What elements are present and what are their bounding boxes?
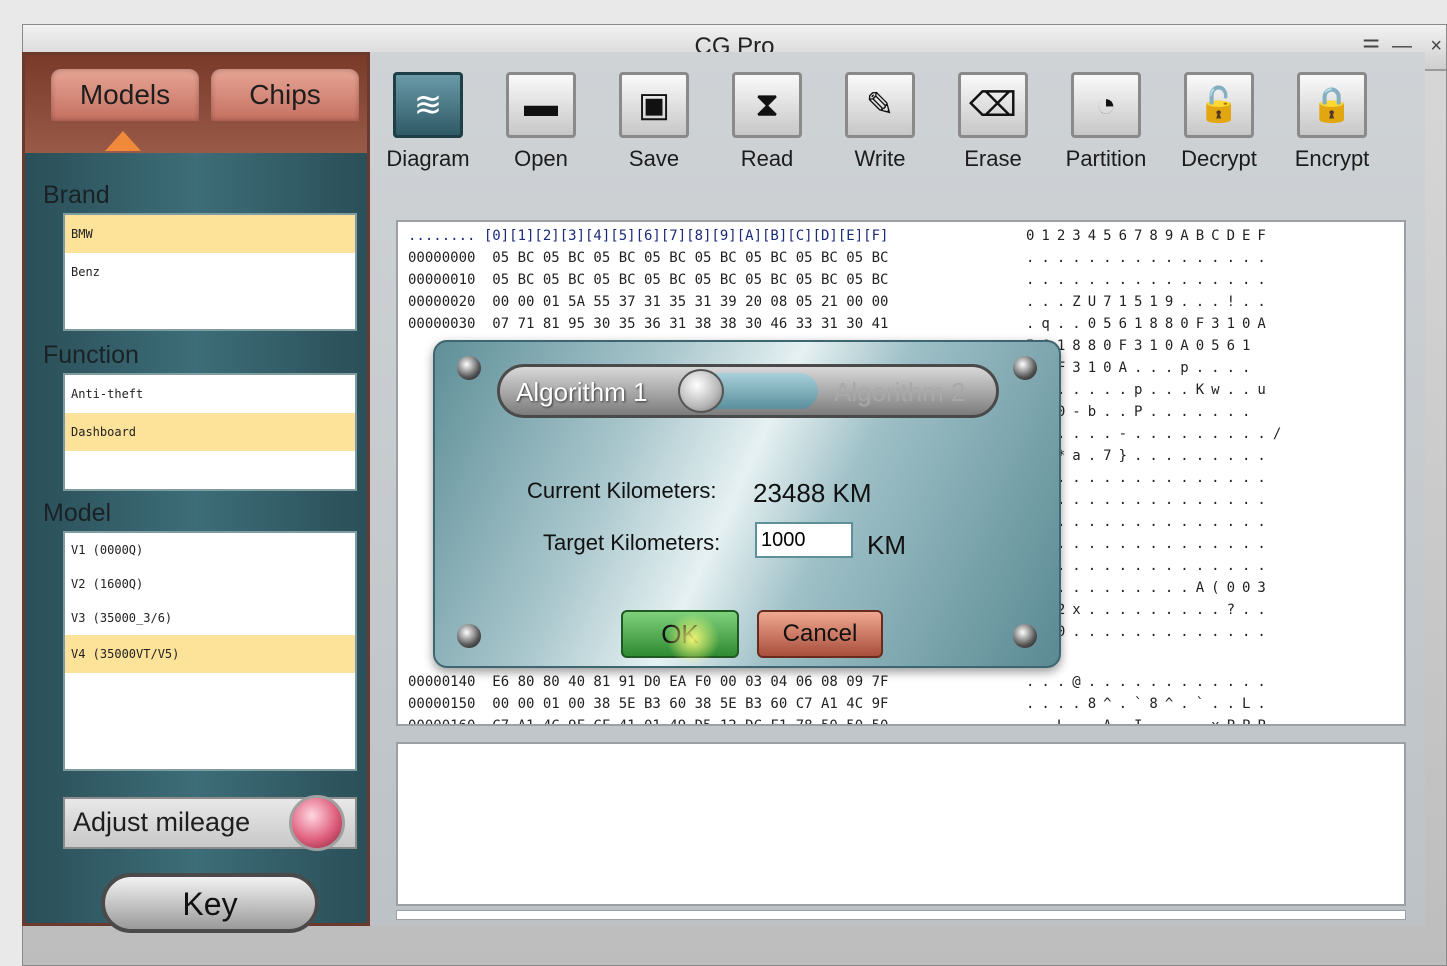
screw-icon (457, 356, 481, 380)
adjust-mileage-label: Adjust mileage (73, 807, 251, 837)
hex-row: 00000020 00 00 01 5A 55 37 31 35 31 39 2… (408, 294, 889, 310)
adjust-mileage-button[interactable]: Adjust mileage (63, 795, 357, 851)
ascii-row: ....8^.`8^.`..L. (1026, 696, 1273, 712)
edit-icon: ✎ (845, 72, 915, 138)
ascii-row: ................ (1026, 272, 1273, 288)
ascii-row: ................ (1026, 250, 1273, 266)
toolbar-encrypt-button[interactable]: 🔒 Encrypt (1282, 72, 1382, 172)
toolbar-label: Diagram (386, 146, 470, 171)
hex-header: ........ [0][1][2][3][4][5][6][7][8][9][… (408, 228, 889, 244)
hex-row: 00000150 00 00 01 00 38 5E B3 60 38 5E B… (408, 696, 889, 712)
ascii-row: ...@............ (1026, 674, 1273, 690)
target-km-unit: KM (867, 530, 906, 560)
brand-item-bmw[interactable]: BMW (65, 215, 355, 253)
tab-chips[interactable]: Chips (211, 69, 359, 121)
model-item[interactable]: V2 (1600Q) (65, 567, 355, 601)
erase-icon: ⌫ (958, 72, 1028, 138)
toolbar-write-button[interactable]: ✎ Write (830, 72, 930, 172)
hex-row: 00000160 C7 A1 4C 9F CF 41 01 49 D5 12 D… (408, 718, 889, 726)
model-item[interactable]: V4 (35000VT/V5) (65, 635, 355, 673)
unlock-icon: 🔓 (1184, 72, 1254, 138)
ascii-row: p......p...Kw..u (1026, 382, 1273, 398)
mileage-dialog: Algorithm 1 Algorithm 2 Current Kilomete… (433, 340, 1061, 668)
toolbar-read-button[interactable]: ⧗ Read (717, 72, 817, 172)
status-bar (396, 910, 1406, 920)
diagram-icon: ≋ (393, 72, 463, 138)
target-km-input[interactable] (755, 522, 853, 558)
close-icon[interactable]: × (1430, 35, 1442, 58)
algorithm-toggle[interactable]: Algorithm 1 Algorithm 2 (497, 364, 999, 418)
lock-icon: 🔒 (1297, 72, 1367, 138)
toggle-knob[interactable] (678, 369, 724, 413)
function-label: Function (43, 341, 139, 369)
toolbar-label: Write (854, 146, 906, 171)
function-list: Anti-theft Dashboard (63, 373, 357, 491)
toolbar-save-button[interactable]: ▣ Save (604, 72, 704, 172)
ascii-row: ................ (1026, 514, 1273, 530)
brand-list: BMW Benz (63, 213, 357, 331)
screw-icon (1013, 356, 1037, 380)
toolbar-diagram-button[interactable]: ≋ Diagram (378, 72, 478, 172)
toolbar-label: Erase (964, 146, 1022, 171)
ascii-row: ..2x.........?.. (1026, 602, 1273, 618)
ascii-row: ..0............. (1026, 624, 1273, 640)
ascii-row: ...........A(003 (1026, 580, 1273, 596)
left-tabs: Models Chips (25, 55, 367, 153)
function-item-anti-theft[interactable]: Anti-theft (65, 375, 355, 413)
toolbar-label: Encrypt (1294, 146, 1370, 171)
cancel-button[interactable]: Cancel (757, 610, 883, 658)
ascii-row: ................ (1026, 558, 1273, 574)
toolbar-erase-button[interactable]: ⌫ Erase (943, 72, 1043, 172)
model-item[interactable]: V3 (35000_3/6) (65, 601, 355, 635)
cursor-highlight (665, 614, 721, 664)
ascii-row: ......-........./ (1026, 426, 1289, 442)
hourglass-icon: ⧗ (732, 72, 802, 138)
toolbar-label: Partition (1065, 146, 1147, 171)
ascii-header: 0123456789ABCDEF (1026, 228, 1273, 244)
toolbar-partition-button[interactable]: ◔ Partition (1056, 72, 1156, 172)
ascii-row: ...ZU71519...!.. (1026, 294, 1273, 310)
ascii-row: ..L..A.I....xPPP (1026, 718, 1273, 726)
model-label: Model (43, 499, 112, 527)
screw-icon (1013, 624, 1037, 648)
tab-models[interactable]: Models (51, 69, 199, 121)
screw-icon (457, 624, 481, 648)
active-tab-indicator (105, 131, 141, 151)
algorithm-2-label: Algorithm 2 (834, 377, 966, 407)
ascii-row: ................ (1026, 470, 1273, 486)
ascii-row: .5*a.7}......... (1026, 448, 1273, 464)
hex-row: 00000010 05 BC 05 BC 05 BC 05 BC 05 BC 0… (408, 272, 889, 288)
hex-row: 00000030 07 71 81 95 30 35 36 31 38 38 3… (408, 316, 889, 332)
dial-icon (289, 795, 345, 851)
model-item[interactable]: V1 (0000Q) (65, 533, 355, 567)
pie-icon: ◔ (1071, 72, 1141, 138)
brand-label: Brand (43, 181, 110, 209)
toolbar-label: Save (628, 146, 680, 171)
model-list: V1 (0000Q) V2 (1600Q) V3 (35000_3/6) V4 … (63, 531, 357, 771)
algorithm-1-label: Algorithm 1 (516, 377, 648, 407)
hex-row: 00000000 05 BC 05 BC 05 BC 05 BC 05 BC 0… (408, 250, 889, 266)
toolbar-label: Open (514, 146, 568, 171)
target-km-label: Target Kilometers: (543, 530, 721, 555)
toolbar-decrypt-button[interactable]: 🔓 Decrypt (1169, 72, 1269, 172)
hex-row: 00000140 E6 80 80 40 81 91 D0 EA F0 00 0… (408, 674, 889, 690)
save-icon: ▣ (619, 72, 689, 138)
key-button[interactable]: Key (101, 873, 319, 933)
toolbar-open-button[interactable]: ▬ Open (491, 72, 591, 172)
ascii-row: ................ (1026, 536, 1273, 552)
brand-item-benz[interactable]: Benz (65, 253, 355, 291)
toolbar-label: Read (740, 146, 794, 171)
left-panel: Models Chips Brand BMW Benz Function Ant… (22, 52, 370, 933)
log-output[interactable] (396, 742, 1406, 906)
current-km-label: Current Kilometers: (527, 478, 717, 503)
function-item-dashboard[interactable]: Dashboard (65, 413, 355, 451)
ascii-row: .q..0561880F310A (1026, 316, 1273, 332)
toolbar-label: Decrypt (1181, 146, 1257, 171)
current-km-value: 23488 KM (753, 478, 872, 508)
ascii-row: ................ (1026, 492, 1273, 508)
folder-icon: ▬ (506, 72, 576, 138)
